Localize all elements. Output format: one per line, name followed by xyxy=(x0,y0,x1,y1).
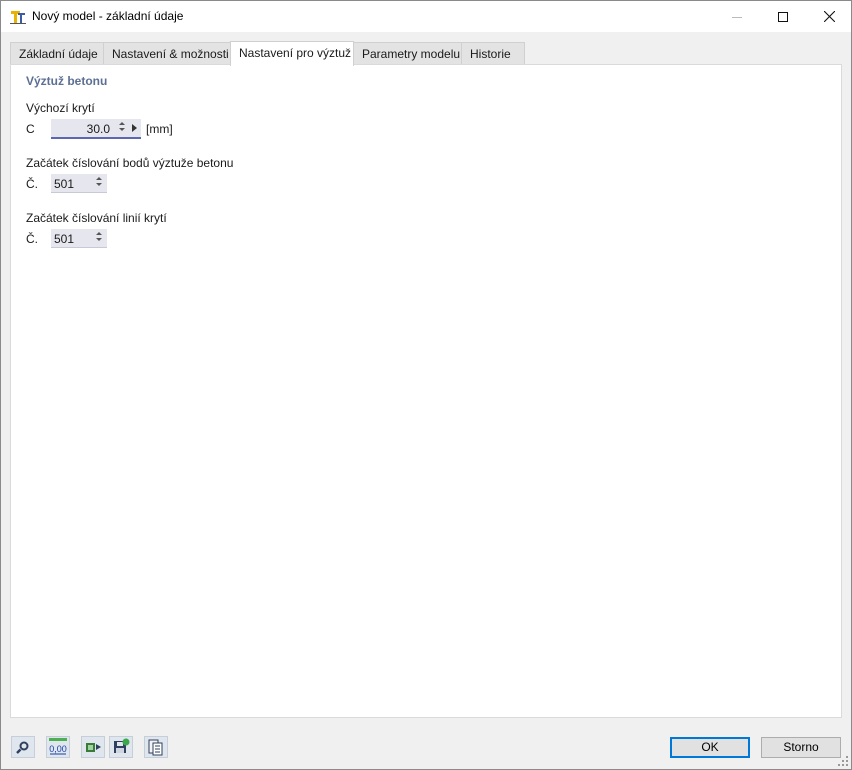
cover-symbol-label: C xyxy=(26,122,35,136)
window-title: Nový model - základní údaje xyxy=(32,9,184,23)
units-decimal-text: 0,00 xyxy=(49,744,67,754)
rebar-point-numbering-heading: Začátek číslování bodů výztuže betonu xyxy=(26,156,234,170)
section-title: Výztuž betonu xyxy=(26,74,108,88)
export-icon xyxy=(86,743,101,752)
tab-settings-options[interactable]: Nastavení & možnosti xyxy=(103,42,231,65)
cover-unit-label: [mm] xyxy=(146,122,173,136)
default-cover-value: 30.0 xyxy=(86,122,110,136)
maximize-icon xyxy=(778,11,788,22)
close-button[interactable] xyxy=(806,1,852,32)
ok-button[interactable]: OK xyxy=(670,737,750,758)
tab-reinforcement-settings[interactable]: Nastavení pro výztuž xyxy=(230,41,354,66)
tab-panel: Výztuž betonu Výchozí krytí C 30.0 [mm] … xyxy=(10,64,842,718)
dialog-window: Nový model - základní údaje Základní úda… xyxy=(0,0,852,770)
spin-up-icon[interactable] xyxy=(96,232,102,235)
rebar-point-number-symbol: Č. xyxy=(26,177,38,191)
spin-up-icon[interactable] xyxy=(119,122,125,125)
rebar-point-spinner[interactable] xyxy=(95,176,103,190)
units-decimal-icon: 0,00 xyxy=(49,738,67,755)
rebar-point-start-input[interactable]: 501 xyxy=(51,174,107,193)
tab-basic-data[interactable]: Základní údaje xyxy=(10,42,104,65)
rebar-point-start-value: 501 xyxy=(54,177,75,191)
units-decimal-button[interactable]: 0,00 xyxy=(46,736,70,758)
document-list-icon xyxy=(148,739,163,756)
spin-down-icon[interactable] xyxy=(119,128,125,131)
tab-history[interactable]: Historie xyxy=(461,42,525,65)
reinforcement-section: Výztuž betonu Výchozí krytí C 30.0 [mm] … xyxy=(20,73,835,711)
spin-up-icon[interactable] xyxy=(96,177,102,180)
cover-line-numbering-heading: Začátek číslování linií krytí xyxy=(26,211,167,225)
help-search-button[interactable] xyxy=(11,736,35,758)
title-bar[interactable]: Nový model - základní údaje xyxy=(1,1,851,32)
cover-line-spinner[interactable] xyxy=(95,231,103,245)
cover-line-start-value: 501 xyxy=(54,232,75,246)
maximize-button[interactable] xyxy=(760,1,806,32)
default-cover-spinner[interactable] xyxy=(118,121,126,135)
spin-down-icon[interactable] xyxy=(96,238,102,241)
save-template-icon xyxy=(114,738,130,753)
minimize-button[interactable] xyxy=(714,1,760,32)
default-cover-input[interactable]: 30.0 xyxy=(51,119,141,139)
tab-bar: Základní údaje Nastavení & možnosti Nast… xyxy=(10,41,842,66)
default-cover-heading: Výchozí krytí xyxy=(26,101,95,115)
minimize-icon xyxy=(732,16,742,18)
document-list-button[interactable] xyxy=(144,736,168,758)
spin-down-icon[interactable] xyxy=(96,183,102,186)
resize-grip-icon[interactable] xyxy=(838,756,848,766)
tab-model-parameters[interactable]: Parametry modelu xyxy=(353,42,462,65)
save-template-button[interactable] xyxy=(109,736,133,758)
close-icon xyxy=(823,11,835,22)
export-button[interactable] xyxy=(81,736,105,758)
dialog-footer: 0,00 OK Storno xyxy=(1,721,851,769)
help-search-icon xyxy=(16,741,29,754)
app-logo-icon xyxy=(10,11,26,24)
cover-line-start-input[interactable]: 501 xyxy=(51,229,107,248)
expand-right-icon[interactable] xyxy=(132,124,137,132)
cancel-button[interactable]: Storno xyxy=(761,737,841,758)
cover-line-number-symbol: Č. xyxy=(26,232,38,246)
